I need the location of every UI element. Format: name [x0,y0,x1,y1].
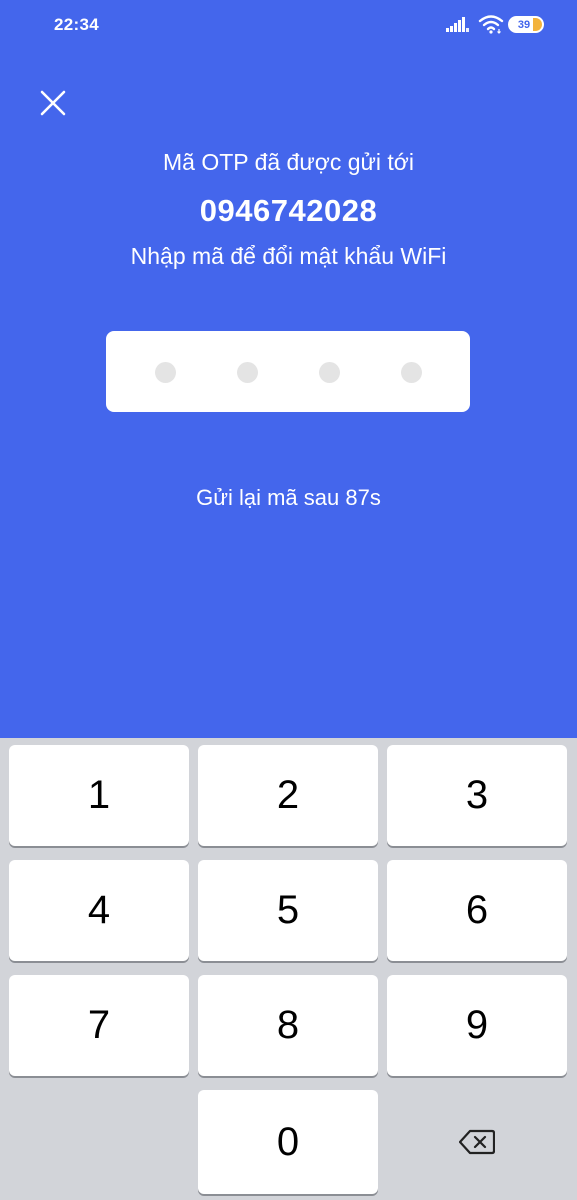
numeric-keypad: 1 2 3 4 5 6 7 8 9 0 [0,738,577,1200]
key-0[interactable]: 0 [198,1090,378,1194]
close-icon [40,90,66,116]
otp-digit-1 [155,362,176,383]
key-7[interactable]: 7 [9,975,189,1076]
otp-digit-3 [319,362,340,383]
battery-level: 39 [517,18,531,31]
instruction-text: Nhập mã để đổi mật khẩu WiFi [130,243,447,269]
otp-digit-2 [237,362,258,383]
otp-digit-4 [401,362,422,383]
key-9[interactable]: 9 [387,975,567,1076]
phone-number: 0946742028 [199,193,378,228]
key-2[interactable]: 2 [198,745,378,846]
otp-screen: 22:34 39 Mã OTP đã được gửi tới 09467420… [0,0,577,738]
status-time: 22:34 [54,15,99,34]
wifi-icon [478,14,504,39]
status-bar: 22:34 39 [0,0,577,50]
key-4[interactable]: 4 [9,860,189,961]
key-5[interactable]: 5 [198,860,378,961]
otp-sent-label: Mã OTP đã được gửi tới [162,149,414,175]
battery-icon: 39 [508,16,544,33]
key-8[interactable]: 8 [198,975,378,1076]
resend-countdown: Gửi lại mã sau 87s [196,485,381,510]
otp-input[interactable] [106,331,470,412]
battery-fill [533,18,542,31]
close-button[interactable] [36,86,70,120]
key-1[interactable]: 1 [9,745,189,846]
backspace-button[interactable] [387,1090,567,1194]
signal-icon [446,16,470,37]
key-6[interactable]: 6 [387,860,567,961]
key-3[interactable]: 3 [387,745,567,846]
backspace-icon [459,1129,495,1155]
